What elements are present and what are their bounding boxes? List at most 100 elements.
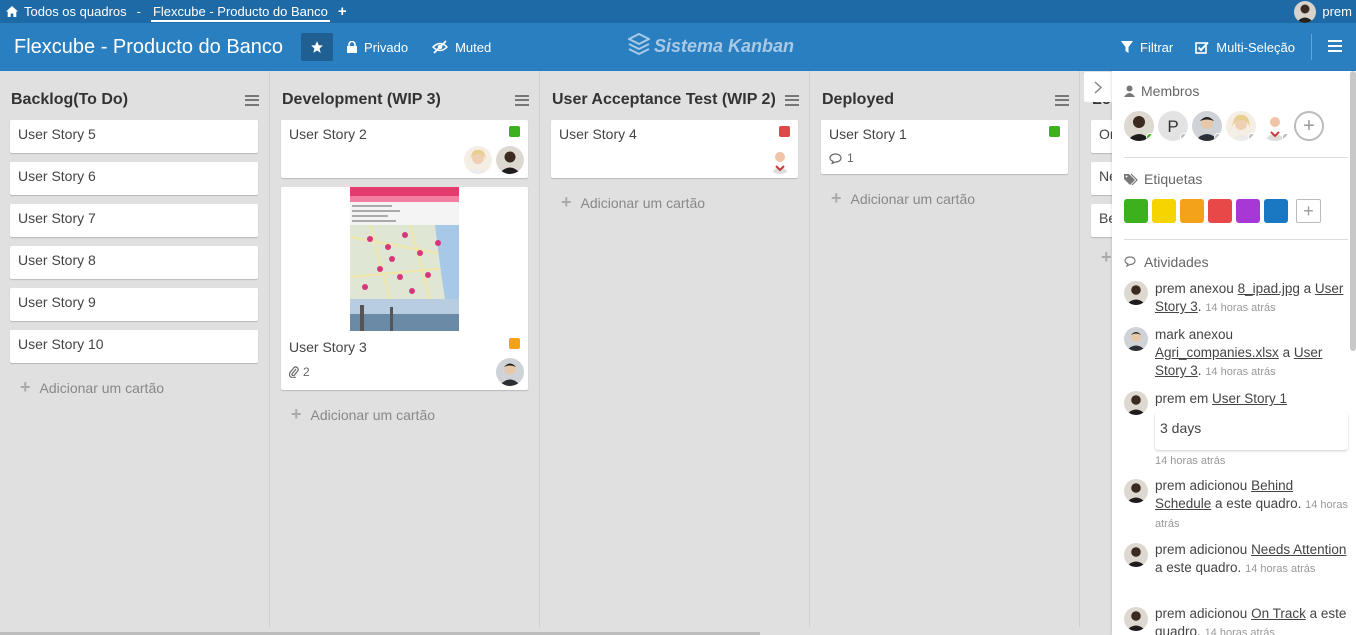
- avatar: [766, 146, 794, 174]
- activity-item: prem em User Story 1: [1155, 390, 1351, 408]
- avatar: [496, 358, 524, 386]
- comment-count: 1: [847, 151, 854, 165]
- label-swatch-yellow[interactable]: [1152, 199, 1176, 223]
- avatar[interactable]: [1226, 111, 1256, 141]
- card[interactable]: User Story 5: [10, 120, 258, 153]
- activity-text: prem em: [1155, 391, 1213, 406]
- card[interactable]: User Story 4: [551, 120, 798, 178]
- filter-icon: [1121, 41, 1134, 53]
- card-label-red: [779, 126, 790, 137]
- activity-text: a este quadro.: [1155, 560, 1242, 575]
- list-menu-icon[interactable]: [1055, 94, 1069, 106]
- avatar: [464, 146, 492, 174]
- activity-text: .: [1197, 363, 1202, 378]
- card[interactable]: User Story 6: [10, 162, 258, 195]
- activity-link[interactable]: Agri_companies.xlsx: [1155, 345, 1279, 360]
- card[interactable]: User Story 2: [281, 120, 528, 178]
- card-title: User Story 6: [18, 168, 96, 184]
- add-board-icon[interactable]: +: [338, 3, 347, 20]
- label-swatch-orange[interactable]: [1180, 199, 1204, 223]
- members-section-title: Membros: [1124, 83, 1199, 99]
- add-card-label: Adicionar um cartão: [310, 406, 436, 423]
- activity-link[interactable]: On Track: [1251, 606, 1306, 621]
- panel-collapse-button[interactable]: [1084, 72, 1112, 102]
- card[interactable]: User Story 8: [10, 246, 258, 279]
- activity-text: a: [1299, 281, 1315, 296]
- user-menu[interactable]: prem: [1294, 0, 1352, 23]
- label-swatch-blue[interactable]: [1264, 199, 1288, 223]
- avatar: [1124, 479, 1148, 503]
- card[interactable]: User Story 10: [10, 330, 258, 363]
- activity-text: .: [1197, 299, 1202, 314]
- avatar: [1294, 0, 1317, 23]
- add-label-button[interactable]: +: [1296, 199, 1321, 223]
- list-title[interactable]: Development (WIP 3): [282, 91, 441, 109]
- avatar[interactable]: [1124, 111, 1154, 141]
- activity-text: prem anexou: [1155, 281, 1238, 296]
- comment-icon: [829, 152, 842, 164]
- card[interactable]: User Story 9: [10, 288, 258, 321]
- list-user-acceptance-test: User Acceptance Test (WIP 2) User Story …: [541, 71, 810, 627]
- list-title[interactable]: User Acceptance Test (WIP 2): [552, 91, 776, 109]
- attachment-badge: 2: [289, 365, 310, 379]
- avatar[interactable]: [1260, 111, 1290, 141]
- header-actions: Filtrar Multi-Seleção: [1099, 23, 1356, 71]
- activity-item: prem adicionou Needs Attention a este qu…: [1155, 541, 1351, 578]
- add-card-button[interactable]: + Adicionar um cartão: [291, 404, 435, 425]
- board-title[interactable]: Flexcube - Producto do Banco: [14, 36, 289, 59]
- list-title[interactable]: Deployed: [822, 91, 894, 109]
- activity-text: prem adicionou: [1155, 478, 1252, 493]
- all-boards-link[interactable]: Todos os quadros: [6, 4, 127, 19]
- activity-link[interactable]: 8_ipad.jpg: [1238, 281, 1300, 296]
- tab-active-board[interactable]: Flexcube - Producto do Banco: [150, 2, 330, 22]
- card-title: User Story 2: [289, 126, 367, 142]
- multiselect-button[interactable]: Multi-Seleção: [1195, 40, 1295, 55]
- star-button[interactable]: [301, 33, 333, 61]
- add-member-button[interactable]: +: [1294, 111, 1324, 141]
- chevron-right-icon: [1094, 80, 1102, 94]
- add-card-button[interactable]: + Adicionar um cartão: [561, 192, 705, 213]
- filter-button[interactable]: Filtrar: [1121, 40, 1173, 55]
- add-card-button[interactable]: + Adicionar um cartão: [20, 377, 164, 398]
- member-initial: P: [1167, 117, 1178, 136]
- add-card-button[interactable]: + Adicionar um cartão: [831, 188, 975, 209]
- card[interactable]: User Story 1 1: [821, 120, 1068, 174]
- activity-text: a este quadro.: [1211, 496, 1302, 511]
- list-menu-icon[interactable]: [245, 94, 259, 106]
- add-card-label: Adicionar um cartão: [39, 379, 165, 396]
- label-swatch-green[interactable]: [1124, 199, 1148, 223]
- card[interactable]: User Story 3 2: [281, 187, 528, 390]
- card-title: User Story 9: [18, 294, 96, 310]
- privacy-button[interactable]: Privado: [347, 40, 408, 55]
- activity-link[interactable]: Needs Attention: [1251, 542, 1346, 557]
- breadcrumb-separator: -: [136, 4, 141, 19]
- mute-button[interactable]: Muted: [432, 40, 491, 55]
- avatar[interactable]: P: [1158, 111, 1188, 141]
- add-card-button[interactable]: +: [1101, 247, 1112, 268]
- avatar: [1124, 281, 1148, 305]
- activity-text: mark anexou: [1155, 327, 1234, 342]
- card-title: User Story 7: [18, 210, 96, 226]
- panel-scrollbar[interactable]: [1350, 71, 1356, 351]
- card-label-green: [509, 126, 520, 137]
- card[interactable]: User Story 7: [10, 204, 258, 237]
- checkbox-icon: [1195, 41, 1209, 54]
- header-divider: [1311, 34, 1312, 60]
- label-swatch-red[interactable]: [1208, 199, 1232, 223]
- list-menu-icon[interactable]: [785, 94, 799, 106]
- hamburger-menu-icon[interactable]: [1328, 37, 1342, 57]
- activity-link[interactable]: User Story 1: [1212, 391, 1287, 406]
- add-card-label: Adicionar um cartão: [580, 194, 706, 211]
- activity-time: 14 horas atrás: [1245, 563, 1316, 575]
- sidebar-panel: Membros P + Etiquetas + Atividades prem …: [1112, 71, 1356, 635]
- activity-text: a: [1278, 345, 1294, 360]
- list-backlog: Backlog(To Do) User Story 5 User Story 6…: [0, 71, 270, 627]
- avatar: [1124, 391, 1148, 415]
- label-swatch-purple[interactable]: [1236, 199, 1260, 223]
- activity-time: 14 horas atrás: [1205, 302, 1276, 314]
- list-menu-icon[interactable]: [515, 94, 529, 106]
- activity-comment: 3 days: [1155, 412, 1348, 450]
- avatar[interactable]: [1192, 111, 1222, 141]
- top-bar: Todos os quadros - Flexcube - Producto d…: [0, 0, 1356, 23]
- list-title[interactable]: Backlog(To Do): [11, 91, 128, 109]
